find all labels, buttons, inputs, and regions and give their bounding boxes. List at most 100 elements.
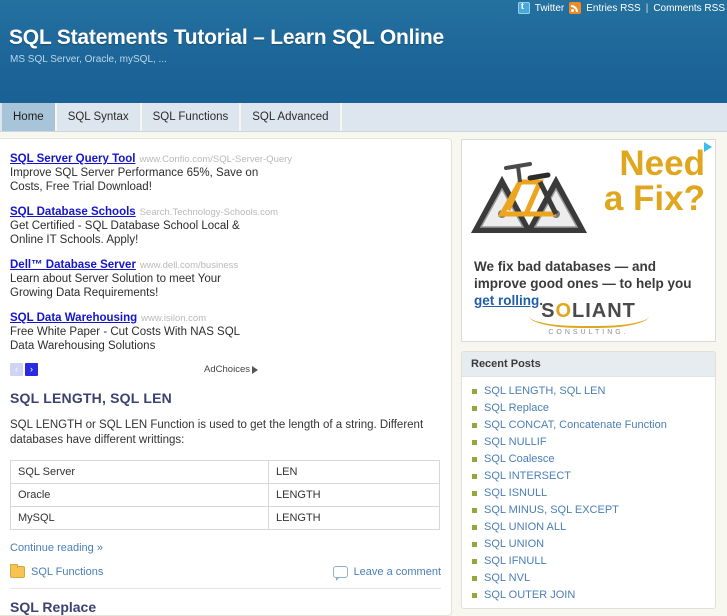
list-item[interactable]: SQL CONCAT, Concatenate Function — [472, 417, 715, 434]
list-item[interactable]: SQL UNION ALL — [472, 519, 715, 536]
banner-headline-line2: a Fix? — [603, 179, 705, 218]
nav-tab-home[interactable]: Home — [2, 103, 57, 131]
bullet-icon — [472, 559, 477, 564]
brand-subtitle: CONSULTING. — [548, 329, 629, 336]
table-row: MySQL LENGTH — [10, 506, 440, 530]
nav-tab-sql-syntax[interactable]: SQL Syntax — [56, 103, 142, 131]
text-ad-item[interactable]: SQL Data Warehousing www.isilon.com Free … — [10, 310, 441, 353]
banner-advertisement[interactable]: Need a Fix? We fix bad databases — and i… — [461, 139, 716, 342]
nav-tab-sql-functions[interactable]: SQL Functions — [141, 103, 242, 131]
text-ad-desc: Get Certified - SQL Database School Loca… — [10, 220, 240, 246]
text-ad-title[interactable]: SQL Server Query Tool — [10, 153, 135, 165]
recent-post-link[interactable]: SQL OUTER JOIN — [484, 588, 575, 603]
folder-icon — [10, 564, 25, 578]
table-cell-function: LENGTH — [268, 483, 440, 507]
table-cell-function: LEN — [268, 460, 440, 484]
text-ad-desc: Free White Paper - Cut Costs With NAS SQ… — [10, 326, 240, 352]
recent-post-link[interactable]: SQL LENGTH, SQL LEN — [484, 384, 605, 399]
recent-post-link[interactable]: SQL ISNULL — [484, 486, 547, 501]
post-article: SQL LENGTH, SQL LEN SQL LENGTH or SQL LE… — [0, 390, 451, 615]
adchoices-label: AdChoices — [204, 364, 250, 375]
rss-icon[interactable] — [569, 2, 582, 14]
recent-post-link[interactable]: SQL Coalesce — [484, 452, 555, 467]
table-row: Oracle LENGTH — [10, 483, 440, 507]
list-item[interactable]: SQL OUTER JOIN — [472, 587, 715, 604]
ad-pagination: ‹ › — [10, 363, 38, 376]
twitter-link[interactable]: Twitter — [535, 3, 564, 14]
adchoices-link[interactable]: AdChoices — [204, 364, 258, 375]
text-ad-desc: Improve SQL Server Performance 65%, Save… — [10, 167, 259, 193]
text-ad-item[interactable]: SQL Database Schools Search.Technology-Sc… — [10, 204, 441, 247]
comment-bubble-icon — [332, 566, 348, 581]
list-item[interactable]: SQL NULLIF — [472, 434, 715, 451]
entries-rss-link[interactable]: Entries RSS — [586, 3, 640, 14]
nav-tab-sql-advanced[interactable]: SQL Advanced — [241, 103, 342, 131]
recent-post-link[interactable]: SQL IFNULL — [484, 554, 547, 569]
meta-separator: | — [645, 2, 649, 14]
post-category[interactable]: SQL Functions — [10, 564, 103, 578]
bullet-icon — [472, 389, 477, 394]
text-ad-url: www.dell.com/business — [139, 260, 239, 271]
recent-post-link[interactable]: SQL NVL — [484, 571, 530, 586]
bicycle-illustration — [468, 148, 593, 248]
bullet-icon — [472, 440, 477, 445]
text-ads-block: SQL Server Query Tool www.Confio.com/SQL-… — [8, 147, 443, 378]
sql-function-table: SQL Server LEN Oracle LENGTH MySQL LENGT… — [10, 460, 440, 530]
text-ad-title[interactable]: SQL Data Warehousing — [10, 312, 137, 324]
text-ad-item[interactable]: Dell™ Database Server www.dell.com/busine… — [10, 257, 441, 300]
list-item[interactable]: SQL NVL — [472, 570, 715, 587]
recent-post-link[interactable]: SQL NULLIF — [484, 435, 547, 450]
text-ad-title[interactable]: Dell™ Database Server — [10, 259, 136, 271]
next-post-title[interactable]: SQL Replace — [10, 599, 441, 615]
twitter-icon[interactable] — [517, 1, 530, 14]
table-row: SQL Server LEN — [10, 460, 440, 484]
table-cell-database: SQL Server — [10, 460, 269, 484]
banner-headline-line1: Need — [619, 144, 705, 183]
text-ad-title[interactable]: SQL Database Schools — [10, 206, 136, 218]
comments-rss-link[interactable]: Comments RSS — [653, 3, 725, 14]
post-title[interactable]: SQL LENGTH, SQL LEN — [10, 390, 441, 406]
list-item[interactable]: SQL IFNULL — [472, 553, 715, 570]
text-ad-desc: Learn about Server Solution to meet Your… — [10, 273, 221, 299]
list-item[interactable]: SQL Coalesce — [472, 451, 715, 468]
bullet-icon — [472, 474, 477, 479]
continue-reading-link[interactable]: Continue reading » — [10, 542, 103, 554]
bullet-icon — [472, 423, 477, 428]
site-header: Twitter Entries RSS | Comments RSS SQL S… — [0, 0, 727, 103]
list-item[interactable]: SQL ISNULL — [472, 485, 715, 502]
recent-post-link[interactable]: SQL CONCAT, Concatenate Function — [484, 418, 667, 433]
sidebar: Need a Fix? We fix bad databases — and i… — [461, 138, 726, 609]
recent-post-link[interactable]: SQL INTERSECT — [484, 469, 571, 484]
header-meta-links: Twitter Entries RSS | Comments RSS — [517, 1, 725, 14]
text-ad-url: www.Confio.com/SQL-Server-Query — [139, 154, 293, 165]
recent-post-link[interactable]: SQL UNION ALL — [484, 520, 566, 535]
bullet-icon — [472, 593, 477, 598]
list-item[interactable]: SQL INTERSECT — [472, 468, 715, 485]
banner-brand-logo: SOLIANT CONSULTING. — [462, 300, 715, 336]
bullet-icon — [472, 508, 477, 513]
post-meta: SQL Functions Leave a comment — [10, 564, 441, 589]
bullet-icon — [472, 576, 477, 581]
ad-prev-arrow-icon[interactable]: ‹ — [10, 363, 23, 376]
page-wrapper: SQL Server Query Tool www.Confio.com/SQL-… — [0, 132, 727, 616]
list-item[interactable]: SQL Replace — [472, 400, 715, 417]
recent-post-link[interactable]: SQL MINUS, SQL EXCEPT — [484, 503, 619, 518]
list-item[interactable]: SQL MINUS, SQL EXCEPT — [472, 502, 715, 519]
brand-name-o: O — [555, 300, 572, 322]
text-ads-footer: ‹ › AdChoices — [10, 363, 258, 376]
banner-headline: Need a Fix? — [604, 146, 705, 216]
brand-name: SOLIANT — [462, 300, 715, 323]
post-comments[interactable]: Leave a comment — [332, 566, 441, 581]
brand-name-part2: LIANT — [572, 300, 636, 322]
list-item[interactable]: SQL LENGTH, SQL LEN — [472, 383, 715, 400]
adchoices-corner-icon[interactable] — [704, 142, 712, 152]
recent-posts-title: Recent Posts — [462, 352, 715, 377]
text-ad-item[interactable]: SQL Server Query Tool www.Confio.com/SQL-… — [10, 151, 441, 194]
ad-next-arrow-icon[interactable]: › — [25, 363, 38, 376]
recent-post-link[interactable]: SQL Replace — [484, 401, 549, 416]
table-cell-function: LENGTH — [268, 506, 440, 530]
banner-tagline-part1: We fix bad databases — and improve good … — [474, 259, 692, 291]
recent-posts-list: SQL LENGTH, SQL LEN SQL Replace SQL CONC… — [462, 383, 715, 604]
post-paragraph: SQL LENGTH or SQL LEN Function is used t… — [10, 419, 424, 446]
site-title: SQL Statements Tutorial – Learn SQL Onli… — [9, 26, 445, 49]
